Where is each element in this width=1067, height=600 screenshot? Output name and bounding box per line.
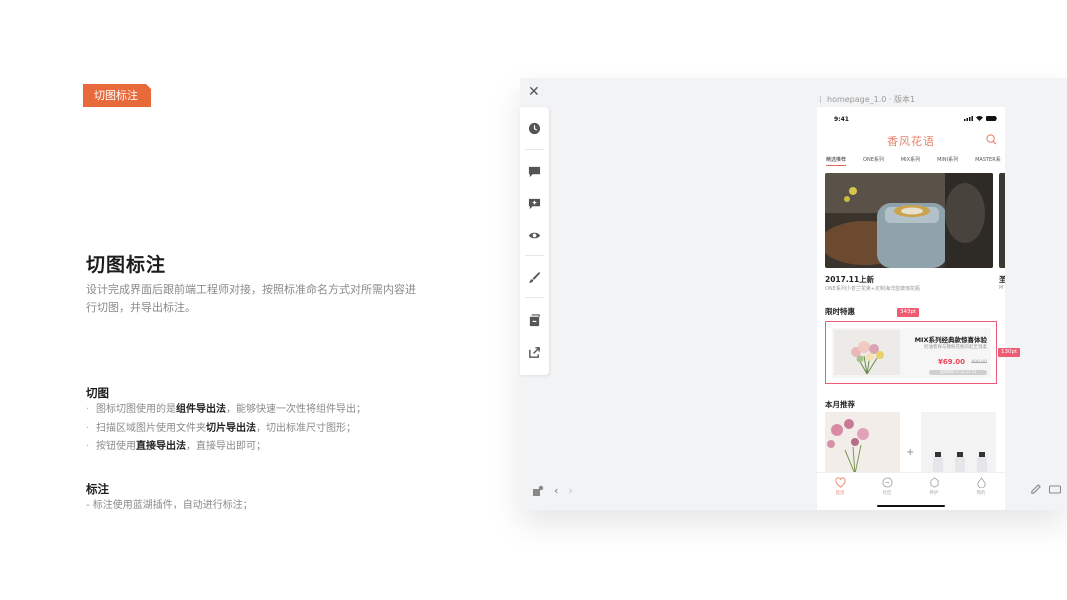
wifi-icon (976, 116, 983, 121)
tab-one[interactable]: ONE系列 (863, 156, 884, 166)
artboard-name: homepage_1.0 · 版本1 (820, 94, 915, 105)
promo-card[interactable]: MIX系列经典款惊喜体验 奶油客样与糖粉花瓶的起至温柔 ¥69.00 ¥99.0… (825, 321, 997, 384)
next-hero-title: 圣 (999, 275, 1005, 284)
promo-image (834, 330, 900, 375)
side-toolbar (520, 107, 549, 375)
section-tag-label: 切图标注 (94, 89, 138, 102)
profile-icon (976, 477, 986, 488)
hero-title: 2017.11上新 (825, 275, 875, 284)
next-hero-image[interactable] (999, 173, 1005, 268)
list-item: · 图标切图使用的是组件导出法，能够快速一次性将组件导出； (86, 404, 366, 415)
comment-icon[interactable] (528, 165, 541, 178)
color-picker-icon[interactable] (1030, 484, 1041, 495)
monthly-title: 本月推荐 (825, 400, 855, 409)
category-tabs: 精选推荐 ONE系列 MIX系列 MINI系列 MASTER系 (826, 156, 1005, 166)
divider (525, 149, 544, 150)
slicing-list: · 图标切图使用的是组件导出法，能够快速一次性将组件导出； · 扫描区域图片使用文件… (86, 401, 366, 457)
slide: 切图标注 切图标注 设计完成界面后跟前端工程师对接，按照标准命名方式对所需内容进… (0, 0, 1067, 600)
next-hero-subtitle: M (999, 285, 1004, 291)
annotation-title: 标注 (86, 482, 109, 496)
promo-product-name: MIX系列经典款惊喜体验 (914, 336, 987, 344)
status-time: 9:41 (834, 116, 849, 123)
promo-price: ¥69.00 (937, 358, 965, 366)
promo-old-price: ¥99.00 (971, 360, 987, 365)
clock-icon[interactable] (528, 122, 541, 135)
tab-featured[interactable]: 精选推荐 (826, 156, 847, 166)
phone-artboard[interactable]: 9:41 香风花语 精选推荐 ONE系列 MIX系列 MINI系列 MASTER… (817, 107, 1005, 510)
home-indicator (877, 505, 945, 507)
tab-mine[interactable]: 我的 (966, 477, 996, 496)
add-comment-icon[interactable] (528, 197, 541, 210)
care-icon (929, 477, 939, 488)
bottom-left-controls: ‹ › (532, 484, 573, 497)
status-bar: 9:41 (817, 107, 1005, 131)
recommend-image-right[interactable] (921, 412, 996, 474)
tab-mix[interactable]: MIX系列 (901, 156, 920, 166)
hero-image[interactable] (825, 173, 993, 268)
tab-mini[interactable]: MINI系列 (937, 156, 958, 166)
promo-description: 奶油客样与糖粉花瓶的起至温柔 (924, 345, 987, 350)
tab-master[interactable]: MASTER系 (975, 156, 1001, 166)
bottom-right-controls (1030, 484, 1061, 495)
slice-icon[interactable] (528, 314, 541, 327)
annotation-line: - 标注使用蓝湖插件，自动进行标注； (86, 500, 253, 511)
lanhu-window: ✕ homepage_1.0 · 版本1 ‹ › 9:41 香风花语 精选推荐 … (520, 78, 1067, 510)
divider (525, 297, 544, 298)
slicing-title: 切图 (86, 386, 109, 400)
search-icon[interactable] (986, 134, 997, 145)
brand-title: 香风花语 (887, 135, 935, 148)
section-tag: 切图标注 (83, 84, 152, 107)
promo-card-inner: MIX系列经典款惊喜体验 奶油客样与糖粉花瓶的起至温柔 ¥69.00 ¥99.0… (832, 328, 991, 378)
eye-icon[interactable] (528, 229, 541, 242)
brush-icon[interactable] (528, 271, 541, 284)
list-item: · 按钮使用直接导出法，直接导出即可； (86, 441, 266, 452)
tab-home[interactable]: 首页 (825, 477, 855, 496)
community-icon (881, 477, 893, 488)
page-description: 设计完成界面后跟前端工程师对接，按照标准命名方式对所需内容进行切图，并导出标注。 (86, 283, 416, 314)
status-icons (964, 116, 997, 121)
next-page-button[interactable]: › (568, 484, 572, 497)
keyboard-icon[interactable] (1049, 484, 1061, 495)
close-icon[interactable]: ✕ (528, 84, 540, 100)
hero-subtitle: ONE系列小苍兰花束+定制海洋蓝玻璃花瓶 (825, 286, 921, 292)
promo-time-bar: 活动时间 12.12-12.14 (929, 370, 987, 375)
limited-title: 限时特惠 (825, 307, 855, 316)
battery-icon (986, 116, 997, 121)
signal-icon (964, 116, 973, 121)
list-item: · 扫描区域图片使用文件夹切片导出法，切出标准尺寸图形； (86, 422, 356, 434)
recommend-image-left[interactable] (825, 412, 900, 474)
width-measure-badge: 343pt (897, 308, 920, 317)
tab-community[interactable]: 社区 (872, 477, 902, 496)
height-measure-badge: 130pt (998, 348, 1021, 357)
home-icon (834, 477, 846, 488)
pin-icon[interactable] (532, 485, 544, 497)
prev-page-button[interactable]: ‹ (554, 484, 558, 497)
page-title: 切图标注 (86, 254, 167, 276)
plus-sign: + (906, 447, 915, 458)
tab-care[interactable]: 养护 (919, 477, 949, 496)
share-icon[interactable] (528, 346, 541, 359)
divider (525, 255, 544, 256)
